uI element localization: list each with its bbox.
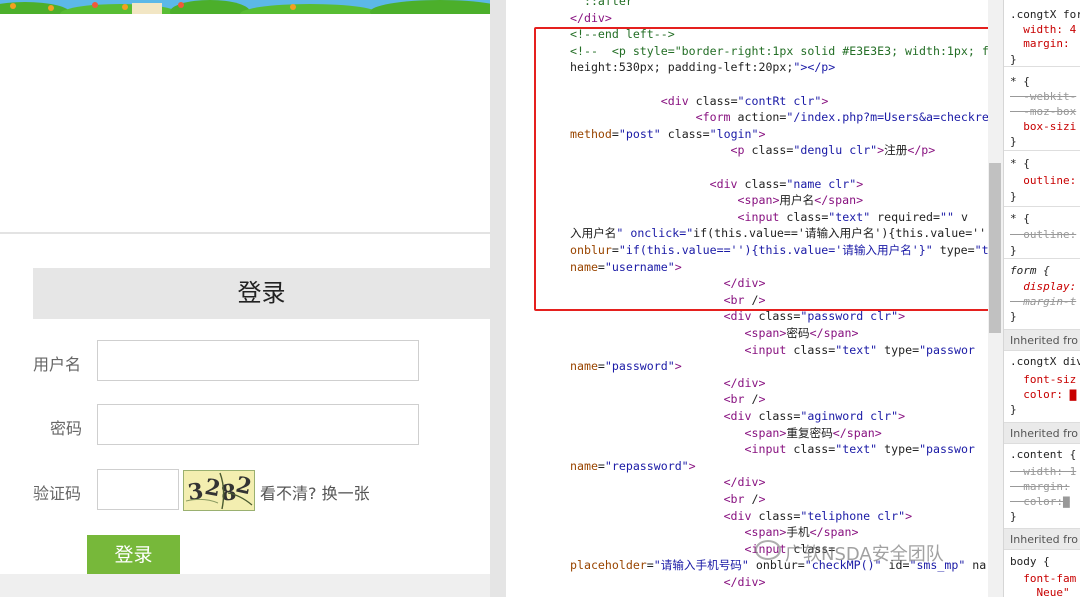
style-rule-line[interactable]: color: ▇ — [1010, 388, 1076, 403]
style-rule-line[interactable]: font-siz — [1010, 373, 1076, 388]
style-rule-line[interactable]: margin: — [1010, 37, 1069, 52]
style-rule-line[interactable]: box-sizi — [1010, 120, 1076, 135]
section-divider — [0, 232, 490, 234]
style-rule-line[interactable]: outline: — [1010, 174, 1076, 189]
style-rule-line[interactable]: form { — [1010, 264, 1050, 279]
style-rule-line[interactable]: body { — [1010, 555, 1050, 570]
source-line[interactable]: </div> — [570, 375, 766, 392]
password-label: 密码 — [50, 419, 83, 438]
watermark-text: 广软NSDA安全团队 — [785, 544, 944, 565]
source-line[interactable]: </div> — [570, 474, 766, 491]
highlight-box — [534, 27, 1004, 311]
inherited-from-header: Inherited fro — [1004, 528, 1080, 550]
source-line[interactable]: name="repassword"> — [570, 458, 696, 475]
style-rule-line[interactable]: margin-t — [1010, 295, 1076, 310]
style-rule-line[interactable]: } — [1010, 135, 1017, 150]
source-line[interactable]: </div> — [570, 574, 766, 591]
login-button[interactable]: 登录 — [87, 535, 180, 575]
header-banner-image — [0, 0, 490, 14]
captcha-label: 验证码 — [33, 484, 82, 503]
source-scrollbar[interactable] — [988, 0, 1003, 597]
page-footer-bar — [0, 574, 490, 597]
style-rule-line[interactable]: width: 4 — [1010, 23, 1076, 38]
style-rule-line[interactable]: * { — [1010, 157, 1030, 172]
captcha-input[interactable] — [97, 469, 179, 510]
style-rule-line[interactable]: } — [1010, 510, 1017, 525]
style-rule-line[interactable]: display: — [1010, 280, 1076, 295]
style-rule-line[interactable]: * { — [1010, 75, 1030, 90]
style-rule-line[interactable]: } — [1010, 244, 1017, 259]
style-rule-line[interactable]: } — [1010, 190, 1017, 205]
pane-splitter[interactable] — [490, 0, 506, 597]
source-line[interactable]: <div class="teliphone clr"> — [570, 508, 912, 525]
style-rule-line[interactable]: .content { — [1010, 448, 1076, 463]
username-input[interactable] — [97, 340, 419, 381]
inherited-from-header: Inherited fro — [1004, 329, 1080, 351]
style-rule-line[interactable]: .congtX div — [1010, 355, 1080, 370]
rule-divider — [1004, 66, 1080, 67]
rule-divider — [1004, 258, 1080, 259]
captcha-noise-lines — [185, 472, 253, 510]
style-rule-line[interactable]: font-fam — [1010, 572, 1076, 587]
source-line[interactable]: </div> — [570, 10, 612, 27]
source-line[interactable]: ::after — [570, 0, 633, 10]
rule-divider — [1004, 206, 1080, 207]
source-line[interactable]: <span>重复密码</span> — [570, 425, 882, 442]
wechat-icon — [755, 540, 781, 560]
style-rule-line[interactable]: .congtX for — [1010, 8, 1080, 23]
refresh-captcha-link[interactable]: 看不清? 换一张 — [260, 480, 370, 504]
scrollbar-thumb[interactable] — [989, 163, 1001, 333]
source-line[interactable]: <br /> — [570, 491, 766, 508]
style-rule-line[interactable]: width: 1 — [1010, 465, 1076, 480]
username-label: 用户名 — [33, 355, 82, 374]
style-rule-line[interactable]: -moz-box — [1010, 105, 1076, 120]
style-rule-line[interactable]: margin: — [1010, 480, 1069, 495]
style-rule-line[interactable]: Neue" — [1010, 586, 1069, 597]
inherited-from-header: Inherited fro — [1004, 422, 1080, 444]
source-line[interactable]: <input class="text" type="passwor — [570, 342, 975, 359]
style-rule-line[interactable]: } — [1010, 403, 1017, 418]
source-line[interactable]: <span>密码</span> — [570, 325, 859, 342]
source-line[interactable]: <div class="aginword clr"> — [570, 408, 906, 425]
rendered-page-pane: 登录 用户名 密码 验证码 3 2 8 2 看不清? 换一张 登录 — [0, 0, 490, 597]
source-line[interactable]: <input class="text" type="passwor — [570, 441, 975, 458]
styles-panel: .congtX for width: 4 margin:} * { -webkit… — [1003, 0, 1080, 597]
style-rule-line[interactable]: outline: — [1010, 228, 1076, 243]
source-line[interactable]: <span>手机</span> — [570, 524, 859, 541]
style-rule-line[interactable]: color:▇ — [1010, 495, 1069, 510]
source-line[interactable]: <br /> — [570, 391, 766, 408]
rule-divider — [1004, 150, 1080, 151]
login-title: 登录 — [33, 268, 490, 319]
password-input[interactable] — [97, 404, 419, 445]
captcha-image[interactable]: 3 2 8 2 — [183, 470, 255, 511]
style-rule-line[interactable]: -webkit- — [1010, 90, 1076, 105]
style-rule-line[interactable]: } — [1010, 310, 1017, 325]
style-rule-line[interactable]: * { — [1010, 212, 1030, 227]
source-line[interactable]: name="password"> — [570, 358, 682, 375]
